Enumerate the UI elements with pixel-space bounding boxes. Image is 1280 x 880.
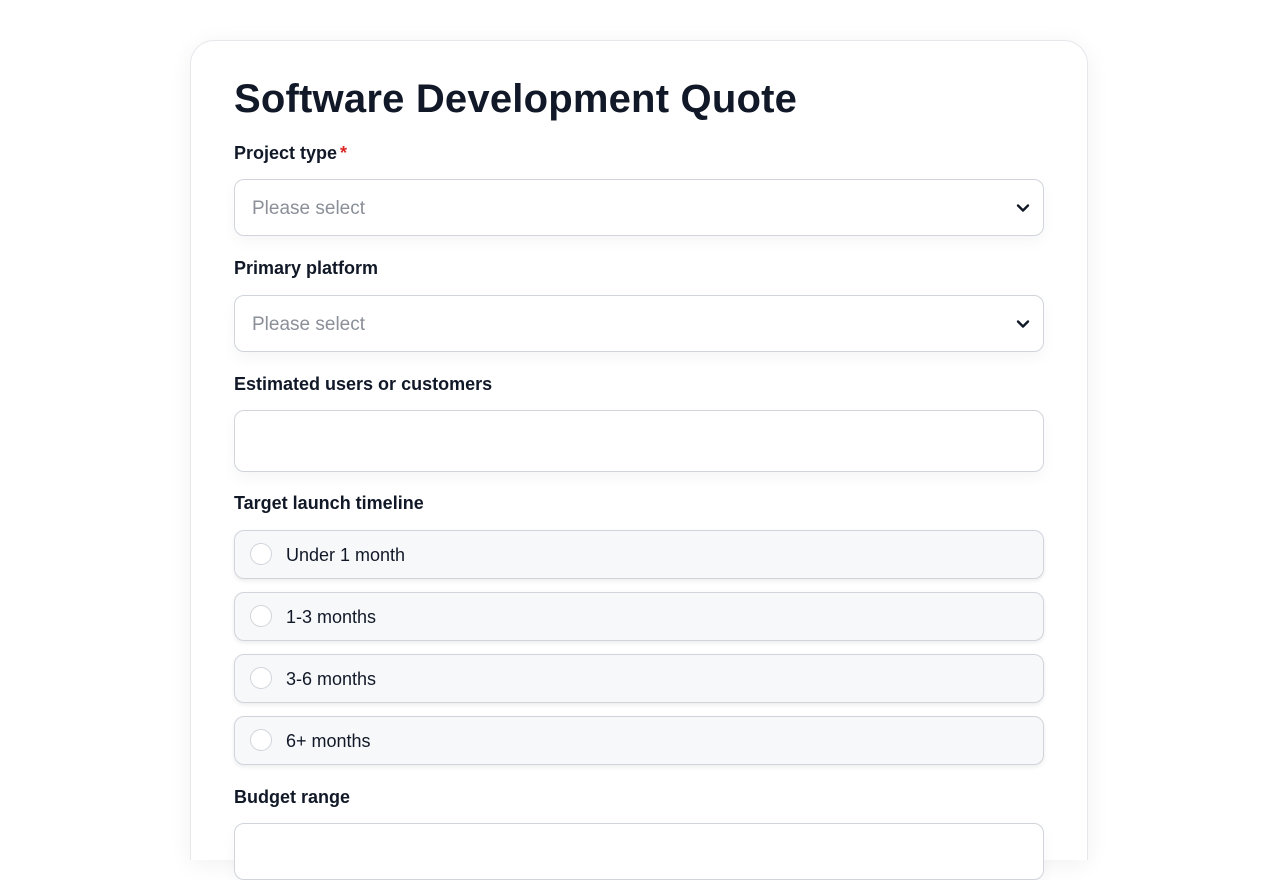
timeline-option-label: Under 1 month	[286, 545, 406, 565]
budget-range-label: Budget range	[234, 787, 351, 807]
chevron-down-icon	[1016, 204, 1030, 212]
radio-circle[interactable]	[250, 543, 272, 565]
quote-form-card: Software Development Quote Project type *…	[190, 40, 1088, 880]
timeline-option-label: 1-3 months	[286, 607, 377, 627]
project-type-select[interactable]: Please select	[234, 179, 1044, 236]
timeline-option-label: 3-6 months	[286, 669, 377, 689]
primary-platform-label: Primary platform	[234, 258, 379, 278]
project-type-label: Project type *	[234, 141, 1044, 165]
required-marker: *	[340, 143, 348, 163]
timeline-option-under-1-month[interactable]: Under 1 month	[234, 530, 1044, 579]
timeline-option-3-6-months[interactable]: 3-6 months	[234, 654, 1044, 703]
timeline-option-6-plus-months[interactable]: 6+ months	[234, 716, 1044, 765]
chevron-down-icon	[1016, 320, 1030, 328]
estimated-users-label: Estimated users or customers	[234, 374, 493, 394]
budget-range-select[interactable]	[234, 823, 1044, 880]
primary-platform-select[interactable]: Please select	[234, 295, 1044, 352]
timeline-option-1-3-months[interactable]: 1-3 months	[234, 592, 1044, 641]
timeline-label: Target launch timeline	[234, 493, 424, 513]
project-type-label-text: Project type	[234, 143, 338, 163]
estimated-users-input[interactable]	[234, 410, 1044, 472]
project-type-placeholder: Please select	[252, 198, 366, 219]
primary-platform-placeholder: Please select	[252, 314, 366, 335]
timeline-option-label: 6+ months	[286, 731, 371, 751]
radio-circle[interactable]	[250, 667, 272, 689]
radio-circle[interactable]	[250, 605, 272, 627]
form-title: Software Development Quote	[234, 77, 798, 121]
radio-circle[interactable]	[250, 729, 272, 751]
